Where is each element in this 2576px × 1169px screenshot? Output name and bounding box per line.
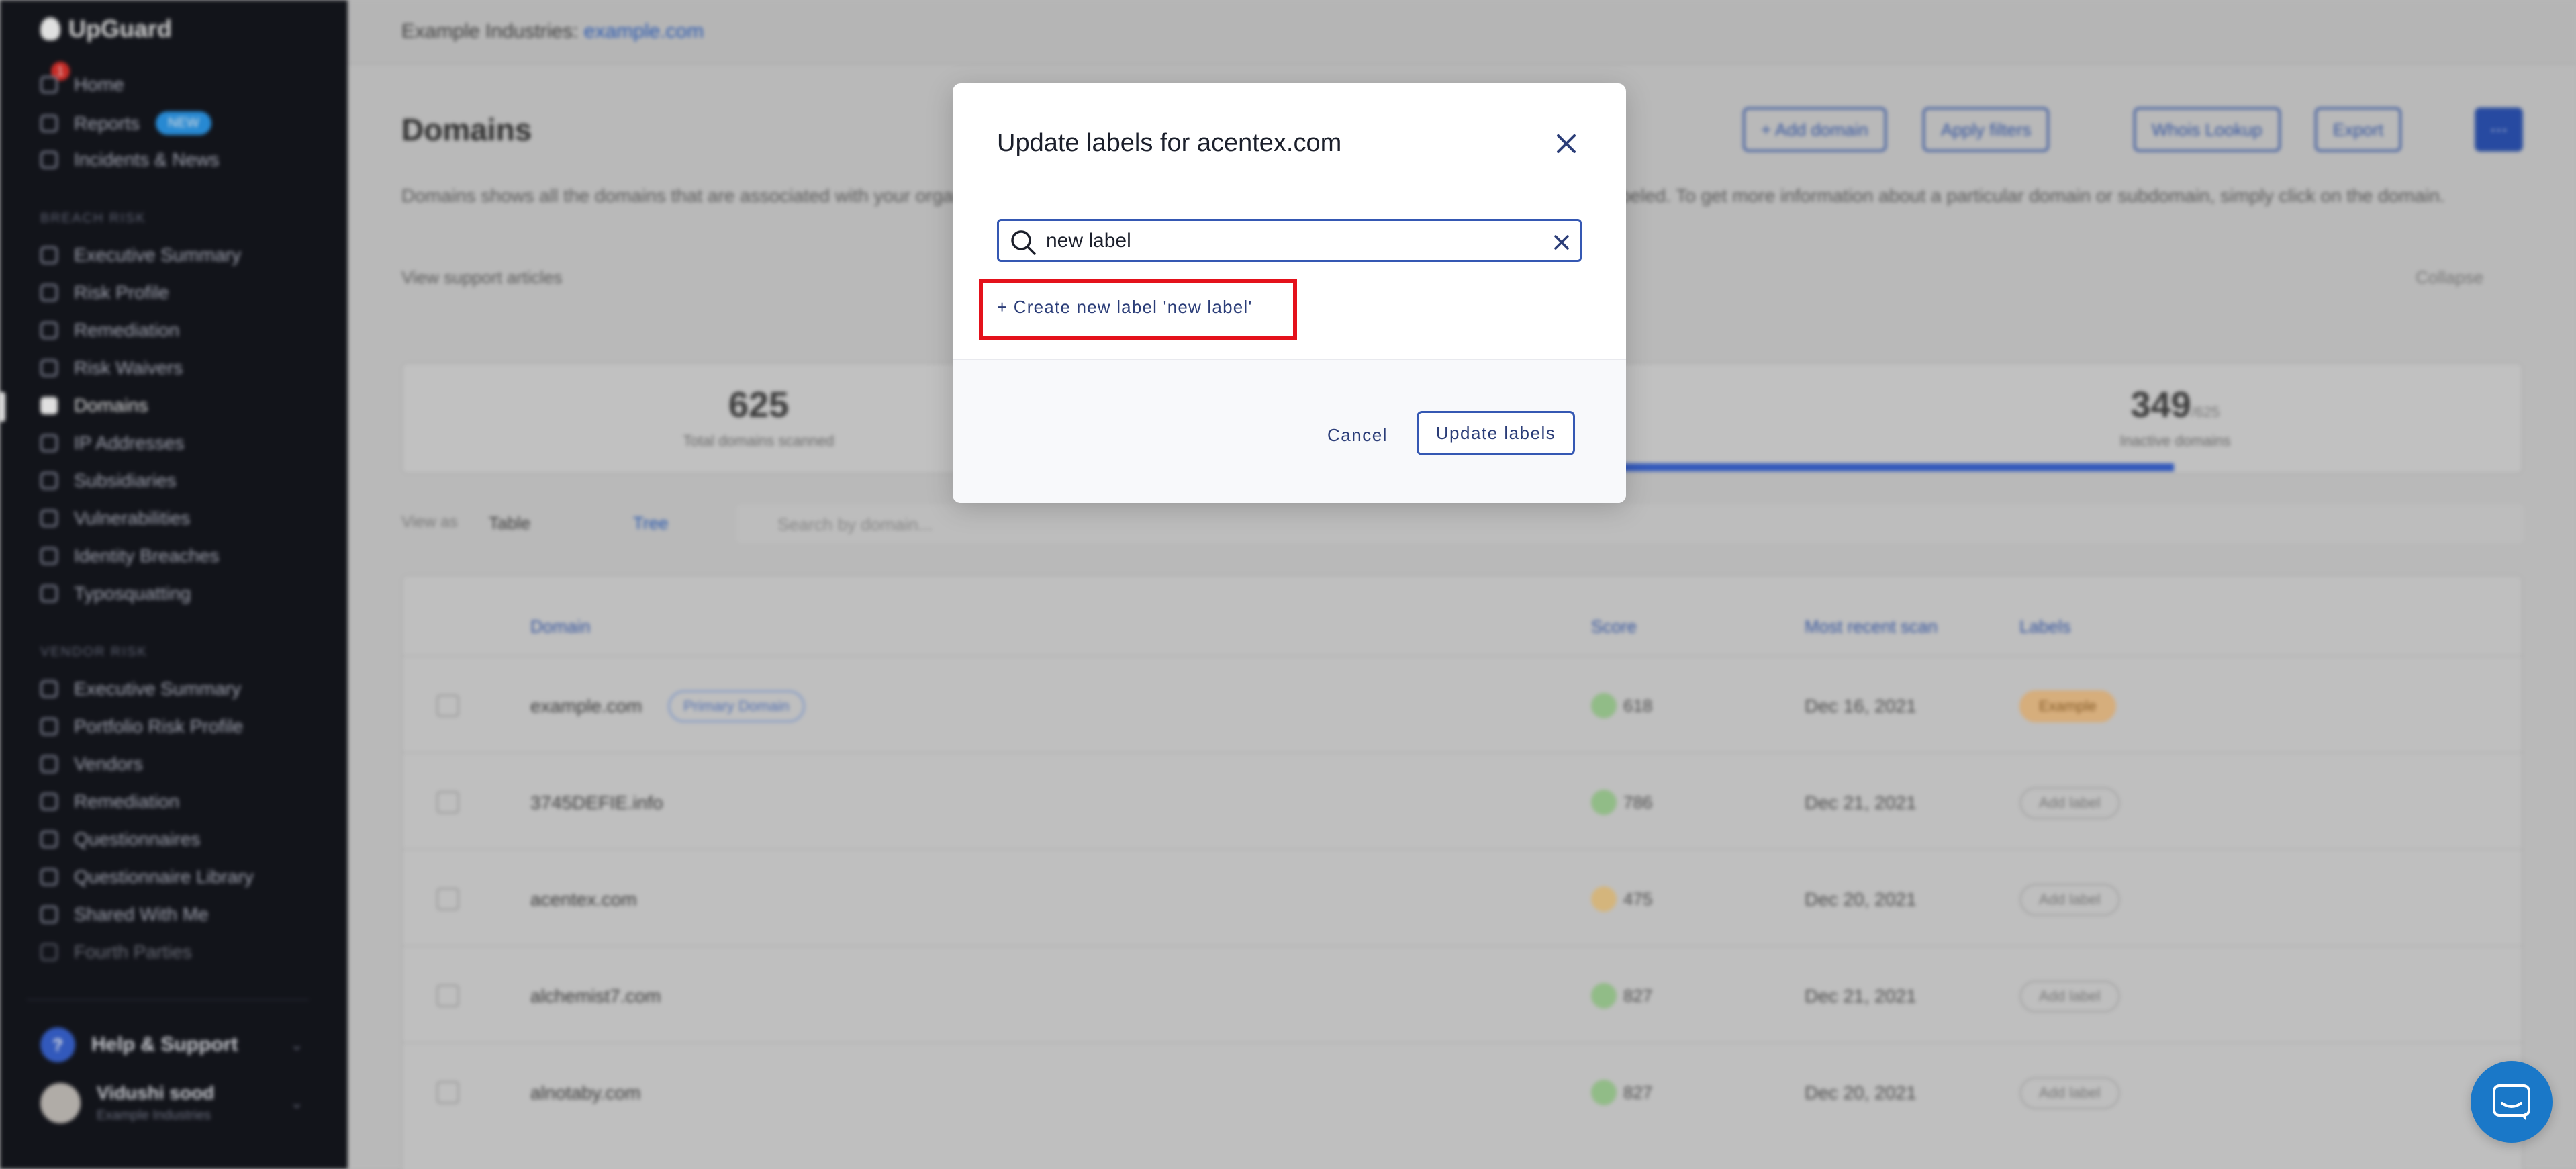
- highlight-annotation: [979, 279, 1297, 340]
- label-search-field[interactable]: [997, 219, 1582, 262]
- modal-title: Update labels for acentex.com: [997, 129, 1342, 157]
- clear-icon[interactable]: [1548, 229, 1575, 256]
- cancel-button[interactable]: Cancel: [1314, 414, 1401, 457]
- search-icon: [1011, 230, 1036, 255]
- close-icon: [1557, 134, 1576, 153]
- chat-launcher-button[interactable]: [2471, 1061, 2553, 1143]
- close-button[interactable]: [1547, 125, 1585, 162]
- update-labels-modal: Update labels for acentex.com + Create n…: [953, 83, 1626, 503]
- label-search-input[interactable]: [1046, 225, 1529, 257]
- update-labels-button[interactable]: Update labels: [1417, 411, 1575, 455]
- modal-footer: Cancel Update labels: [953, 359, 1626, 503]
- chat-icon: [2493, 1084, 2530, 1121]
